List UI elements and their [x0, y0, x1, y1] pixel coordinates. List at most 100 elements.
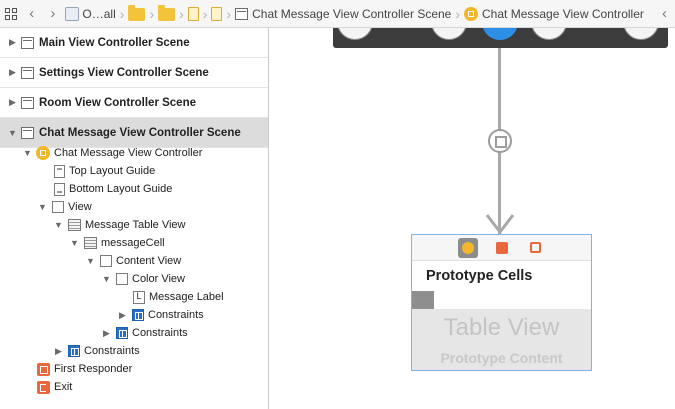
constraints-icon	[116, 327, 128, 339]
breadcrumb-separator: ›	[202, 5, 208, 22]
tree-item-top-layout-guide[interactable]: Top Layout Guide	[0, 162, 268, 180]
tree-item-exit[interactable]: Exit	[0, 378, 268, 396]
prototype-cell-row[interactable]	[412, 291, 591, 309]
scene-label: Settings View Controller Scene	[39, 66, 209, 79]
scene-icon	[21, 66, 34, 79]
disclosure-closed-icon[interactable]: ▶	[118, 310, 127, 321]
disclosure-open-icon[interactable]: ▼	[8, 128, 17, 138]
segue-icon[interactable]	[488, 129, 512, 153]
tree-item-label: Top Layout Guide	[69, 165, 156, 177]
disclosure-closed-icon[interactable]: ▶	[102, 328, 111, 339]
dock-exit-icon[interactable]	[526, 238, 546, 258]
table-view-subtitle: Prototype Content	[440, 350, 563, 366]
tree-item-message-table-view[interactable]: ▼ Message Table View	[0, 216, 268, 234]
tree-item-label: Chat Message View Controller	[54, 147, 203, 159]
tree-item-label: Message Label	[149, 291, 224, 303]
constraints-icon	[68, 345, 80, 357]
view-icon	[52, 201, 64, 213]
tree-item-label: Constraints	[148, 309, 204, 321]
breadcrumb-project[interactable]: O…all	[63, 0, 117, 27]
dock-view-controller-icon[interactable]	[457, 237, 478, 258]
tree-item-label: Constraints	[84, 345, 140, 357]
tree-item-label: Bottom Layout Guide	[69, 183, 173, 195]
tree-item-message-cell[interactable]: ▼ messageCell	[0, 234, 268, 252]
disclosure-open-icon[interactable]: ▼	[23, 148, 32, 158]
tree-item-label: Color View	[132, 273, 185, 285]
disclosure-closed-icon[interactable]: ▶	[8, 37, 17, 48]
grid-icon	[4, 7, 17, 20]
table-view-icon	[68, 219, 81, 231]
scene-label: Main View Controller Scene	[39, 36, 190, 49]
breadcrumb-view-controller[interactable]: Chat Message View Controller	[462, 0, 646, 27]
tree-item-constraints-view[interactable]: ▶ Constraints	[0, 342, 268, 360]
tree-item-bottom-layout-guide[interactable]: Bottom Layout Guide	[0, 180, 268, 198]
scene-dock	[412, 235, 591, 261]
source-scene-bottom[interactable]	[333, 28, 668, 48]
disclosure-closed-icon[interactable]: ▶	[54, 346, 63, 357]
label-icon: L	[133, 290, 145, 304]
project-icon	[65, 6, 80, 21]
disclosure-open-icon[interactable]: ▼	[70, 238, 79, 248]
view-controller-icon	[464, 6, 479, 21]
jump-bar-back-button[interactable]: ‹	[654, 0, 675, 27]
tree-item-first-responder[interactable]: First Responder	[0, 360, 268, 378]
breadcrumb-separator: ›	[119, 5, 125, 22]
related-items-button[interactable]	[0, 0, 21, 27]
tree-item-label: Content View	[116, 255, 182, 267]
document-outline: ▶ Main View Controller Scene ▶ Settings …	[0, 28, 269, 409]
jump-bar: ‹ › O…all › › › › › Chat Message View Co…	[0, 0, 675, 28]
disclosure-open-icon[interactable]: ▼	[38, 202, 47, 212]
tab-bar-circle	[623, 28, 659, 40]
first-responder-icon	[37, 362, 50, 376]
breadcrumb-folder-2[interactable]	[156, 0, 177, 27]
scene-icon	[21, 36, 34, 49]
tree-item-color-view[interactable]: ▼ Color View	[0, 270, 268, 288]
breadcrumb-file-2[interactable]	[209, 0, 224, 27]
chat-message-scene[interactable]: Prototype Cells Table View Prototype Con…	[411, 234, 592, 371]
tab-bar-circle	[431, 28, 467, 40]
tree-item-view[interactable]: ▼ View	[0, 198, 268, 216]
outline-scene-main[interactable]: ▶ Main View Controller Scene	[0, 28, 268, 58]
breadcrumb-file-1[interactable]	[186, 0, 201, 27]
table-view-title: Table View	[443, 314, 560, 341]
tree-item-view-controller[interactable]: ▼ Chat Message View Controller	[0, 144, 268, 162]
outline-scene-settings[interactable]: ▶ Settings View Controller Scene	[0, 58, 268, 88]
disclosure-open-icon[interactable]: ▼	[86, 256, 95, 266]
breadcrumb-project-label: O…all	[82, 6, 116, 21]
disclosure-closed-icon[interactable]: ▶	[8, 97, 17, 108]
tree-item-message-label[interactable]: L Message Label	[0, 288, 268, 306]
chevron-left-icon: ‹	[661, 5, 667, 22]
disclosure-open-icon[interactable]: ▼	[102, 274, 111, 284]
breadcrumb-vc-label: Chat Message View Controller	[482, 6, 644, 21]
view-icon	[116, 273, 128, 285]
file-icon	[211, 6, 223, 21]
layout-guide-icon	[54, 164, 65, 178]
back-button[interactable]: ‹	[21, 0, 42, 27]
tree-item-content-view[interactable]: ▼ Content View	[0, 252, 268, 270]
breadcrumb-scene[interactable]: Chat Message View Controller Scene	[233, 0, 453, 27]
scene-icon	[21, 96, 34, 109]
scene-icon	[21, 126, 34, 139]
storyboard-canvas[interactable]: Prototype Cells Table View Prototype Con…	[270, 28, 675, 409]
prototype-cell[interactable]	[412, 291, 434, 309]
disclosure-open-icon[interactable]: ▼	[54, 220, 63, 230]
view-icon	[100, 255, 112, 267]
prototype-cells-label: Prototype Cells	[426, 268, 533, 284]
tree-item-label: First Responder	[54, 363, 133, 375]
exit-icon	[37, 380, 50, 394]
tab-bar-circle-selected	[482, 28, 518, 40]
disclosure-closed-icon[interactable]: ▶	[8, 67, 17, 78]
breadcrumb-separator: ›	[179, 5, 184, 22]
tree-item-constraints-content-view[interactable]: ▶ Constraints	[0, 324, 268, 342]
constraints-icon	[132, 309, 144, 321]
dock-first-responder-icon[interactable]	[492, 238, 512, 258]
breadcrumb-folder-1[interactable]	[126, 0, 147, 27]
scene-label: Room View Controller Scene	[39, 96, 196, 109]
table-view-placeholder[interactable]: Table View Prototype Content	[412, 309, 591, 370]
tree-item-label: messageCell	[101, 237, 165, 249]
tree-item-label: Exit	[54, 381, 73, 393]
breadcrumb-scene-label: Chat Message View Controller Scene	[252, 6, 452, 21]
tree-item-constraints-color-view[interactable]: ▶ Constraints	[0, 306, 268, 324]
forward-button[interactable]: ›	[42, 0, 63, 27]
outline-scene-room[interactable]: ▶ Room View Controller Scene	[0, 88, 268, 118]
